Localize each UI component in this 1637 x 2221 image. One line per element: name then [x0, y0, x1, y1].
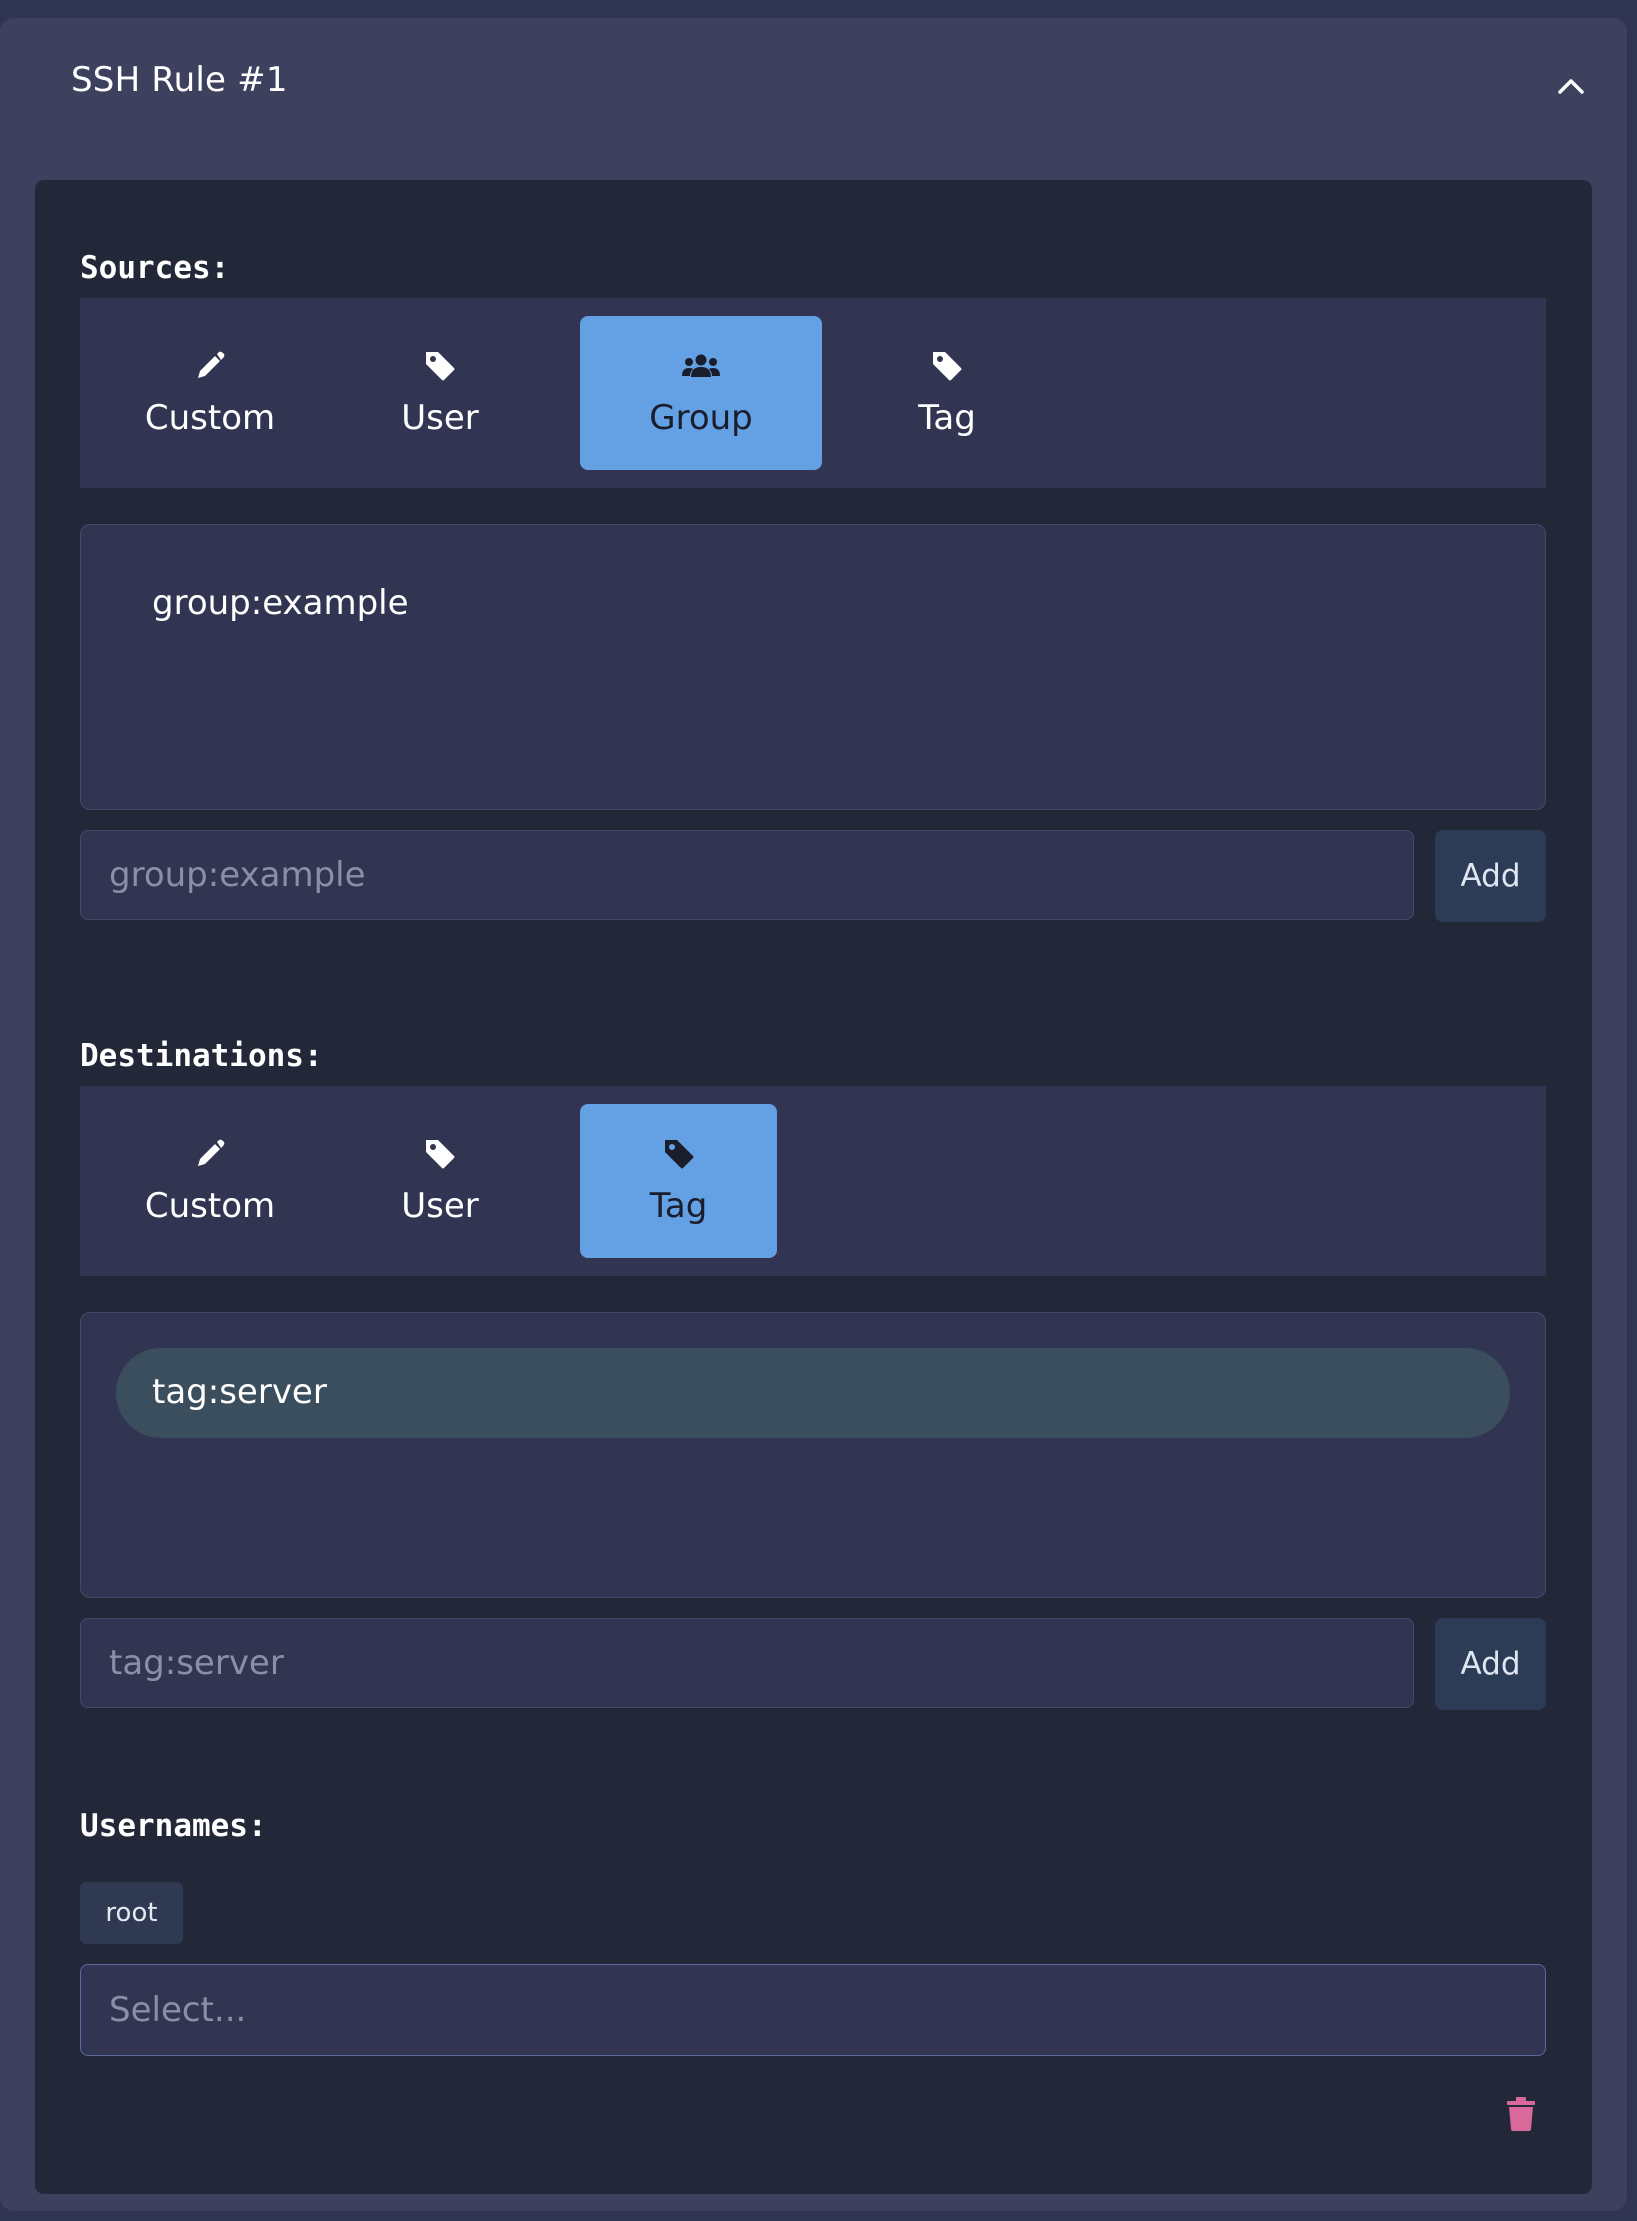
collapse-button[interactable] — [1549, 66, 1593, 106]
delete-rule-button[interactable] — [1503, 2094, 1539, 2134]
tab-label: Group — [649, 398, 753, 438]
usernames-label: Usernames: — [80, 1808, 267, 1844]
tab-label: Tag — [649, 1186, 708, 1226]
select-placeholder: Select... — [109, 1990, 247, 2030]
sources-value-list: group:example — [80, 524, 1546, 810]
trash-icon — [1507, 2097, 1535, 2131]
destinations-tab-custom[interactable]: Custom — [125, 1104, 295, 1258]
destination-chip-label: tag:server — [152, 1372, 327, 1412]
pencil-icon — [194, 1136, 226, 1172]
tab-label: User — [401, 1186, 479, 1226]
usernames-select[interactable]: Select... — [80, 1964, 1546, 2056]
destinations-tab-tag[interactable]: Tag — [580, 1104, 777, 1258]
destinations-label: Destinations: — [80, 1038, 323, 1074]
chevron-up-icon — [1558, 79, 1584, 94]
users-icon — [681, 348, 721, 384]
tag-icon — [423, 348, 457, 384]
destinations-input[interactable] — [80, 1618, 1414, 1708]
rule-title: SSH Rule #1 — [71, 60, 288, 100]
sources-tab-group[interactable]: Group — [580, 316, 822, 470]
tab-label: Custom — [144, 1186, 276, 1226]
tag-icon — [930, 348, 964, 384]
destinations-add-button[interactable]: Add — [1435, 1618, 1546, 1710]
destination-chip[interactable]: tag:server — [116, 1348, 1510, 1438]
pencil-icon — [194, 348, 226, 384]
sources-tab-custom[interactable]: Custom — [125, 316, 295, 470]
panel-header[interactable]: SSH Rule #1 — [0, 18, 1627, 138]
sources-add-button[interactable]: Add — [1435, 830, 1546, 922]
username-tag[interactable]: root — [80, 1882, 183, 1944]
tag-icon — [423, 1136, 457, 1172]
destinations-tab-user[interactable]: User — [370, 1104, 510, 1258]
tab-label: User — [401, 398, 479, 438]
tab-label: Tag — [918, 398, 976, 438]
tag-icon — [662, 1136, 696, 1172]
destinations-value-list: tag:server — [80, 1312, 1546, 1598]
sources-value: group:example — [152, 583, 409, 623]
tab-label: Custom — [144, 398, 276, 438]
ssh-rule-panel: SSH Rule #1 Sources: Custom User Group T… — [0, 18, 1627, 2211]
destinations-tabbar: Custom User Tag — [80, 1086, 1546, 1276]
sources-tab-tag[interactable]: Tag — [892, 316, 1002, 470]
sources-tabbar: Custom User Group Tag — [80, 298, 1546, 488]
rule-body: Sources: Custom User Group Tag group:exa… — [35, 180, 1592, 2194]
sources-input[interactable] — [80, 830, 1414, 920]
sources-label: Sources: — [80, 250, 230, 286]
sources-tab-user[interactable]: User — [370, 316, 510, 470]
